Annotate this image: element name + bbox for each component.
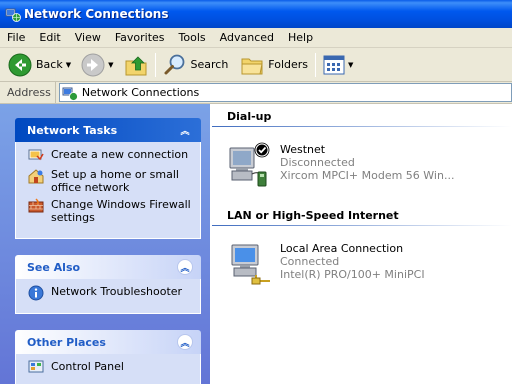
task-label: Change Windows Firewall settings [51, 198, 191, 224]
folders-button[interactable]: Folders [237, 50, 311, 80]
collapse-chevron-icon[interactable]: ︽ [177, 334, 193, 350]
network-tasks-panel: Network Tasks ︽ Create a new connection … [15, 118, 201, 239]
forward-dropdown-icon[interactable]: ▼ [108, 61, 113, 69]
toolbar: Back ▼ ▼ Search Folders ▼ [0, 48, 512, 82]
task-home-network[interactable]: Set up a home or small office network [28, 168, 194, 194]
other-places-title: Other Places [27, 335, 106, 349]
address-value: Network Connections [81, 86, 200, 99]
task-label: Control Panel [51, 360, 124, 373]
network-tasks-header[interactable]: Network Tasks ︽ [15, 118, 201, 142]
other-places-header[interactable]: Other Places ︽ [15, 330, 201, 354]
connection-details: Westnet Disconnected Xircom MPCI+ Modem … [280, 140, 454, 196]
connection-name: Westnet [280, 143, 326, 156]
menu-bar: File Edit View Favorites Tools Advanced … [0, 28, 512, 48]
back-label: Back [36, 58, 63, 71]
network-connections-icon [62, 87, 78, 101]
group-title: Dial-up [227, 110, 272, 123]
connection-westnet[interactable]: Westnet Disconnected Xircom MPCI+ Modem … [226, 140, 506, 196]
lan-connection-icon [231, 244, 270, 285]
connection-local-area[interactable]: Local Area Connection Connected Intel(R)… [226, 239, 506, 295]
connection-device: Intel(R) PRO/100+ MiniPCI [280, 268, 425, 281]
group-divider [212, 126, 512, 127]
address-label: Address [0, 82, 56, 103]
toolbar-separator [154, 52, 156, 77]
see-also-title: See Also [27, 260, 81, 274]
views-icon [323, 55, 345, 74]
task-firewall-settings[interactable]: Change Windows Firewall settings [28, 198, 194, 224]
task-network-troubleshooter[interactable]: Network Troubleshooter [28, 285, 194, 301]
dialup-connection-icon [229, 142, 270, 187]
back-dropdown-icon[interactable]: ▼ [66, 61, 71, 69]
search-icon [164, 54, 184, 74]
menu-tools[interactable]: Tools [172, 31, 213, 44]
collapse-chevron-icon[interactable]: ︽ [177, 259, 193, 275]
group-title: LAN or High-Speed Internet [227, 209, 399, 222]
views-dropdown-icon[interactable]: ▼ [348, 61, 353, 69]
home-network-icon [28, 169, 44, 184]
menu-file[interactable]: File [0, 31, 32, 44]
folders-label: Folders [268, 58, 309, 71]
back-arrow-icon [8, 53, 32, 76]
folders-icon [241, 58, 263, 74]
network-tasks-body: Create a new connection Set up a home or… [15, 142, 201, 239]
menu-help[interactable]: Help [281, 31, 320, 44]
new-connection-icon [28, 149, 44, 161]
menu-favorites[interactable]: Favorites [108, 31, 172, 44]
group-divider [212, 225, 512, 226]
connection-name: Local Area Connection [280, 242, 404, 255]
other-places-panel: Other Places ︽ Control Panel [15, 330, 201, 384]
search-label: Search [190, 58, 229, 71]
up-folder-button[interactable] [121, 50, 151, 80]
connection-status: Connected [280, 255, 340, 268]
up-folder-icon [125, 55, 146, 75]
task-label: Network Troubleshooter [51, 285, 183, 298]
group-header-lan: LAN or High-Speed Internet [212, 208, 512, 226]
info-icon [28, 285, 44, 301]
window-title: Network Connections [24, 7, 169, 21]
task-create-connection[interactable]: Create a new connection [28, 148, 194, 164]
connections-list: Dial-up Westnet Disconnected Xircom MPCI… [210, 104, 512, 384]
title-bar: Network Connections [0, 0, 512, 28]
task-pane: Network Tasks ︽ Create a new connection … [0, 104, 210, 384]
collapse-chevron-icon[interactable]: ︽ [177, 122, 193, 138]
forward-arrow-icon [81, 53, 105, 76]
group-header-dialup: Dial-up [212, 109, 512, 127]
address-field[interactable]: Network Connections [58, 83, 512, 102]
other-places-body: Control Panel [15, 354, 201, 384]
address-bar: Address Network Connections [0, 82, 512, 104]
control-panel-icon [28, 360, 44, 373]
see-also-body: Network Troubleshooter [15, 279, 201, 314]
menu-view[interactable]: View [68, 31, 108, 44]
task-control-panel[interactable]: Control Panel [28, 360, 194, 376]
network-connections-icon [5, 8, 21, 22]
menu-advanced[interactable]: Advanced [213, 31, 281, 44]
forward-button[interactable]: ▼ [78, 50, 116, 80]
menu-edit[interactable]: Edit [32, 31, 67, 44]
connection-details: Local Area Connection Connected Intel(R)… [280, 239, 425, 295]
network-tasks-title: Network Tasks [27, 123, 118, 137]
views-button[interactable]: ▼ [320, 50, 356, 80]
task-label: Create a new connection [51, 148, 189, 161]
see-also-panel: See Also ︽ Network Troubleshooter [15, 255, 201, 314]
firewall-icon [28, 198, 44, 213]
see-also-header[interactable]: See Also ︽ [15, 255, 201, 279]
task-label: Set up a home or small office network [51, 168, 179, 194]
connection-device: Xircom MPCI+ Modem 56 Win... [280, 169, 455, 182]
connection-status: Disconnected [280, 156, 355, 169]
toolbar-separator [315, 52, 317, 77]
search-button[interactable]: Search [160, 50, 232, 80]
back-button[interactable]: Back ▼ [5, 50, 74, 80]
